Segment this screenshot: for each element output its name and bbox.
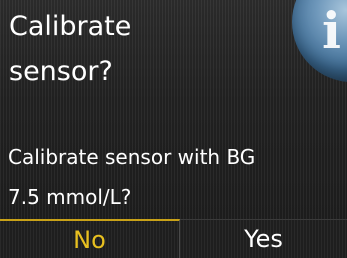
no-button[interactable]: No [0,219,180,258]
info-icon: i [292,0,347,82]
dialog-message-line2: 7.5 mmol/L? [8,185,132,209]
dialog-title-line2: sensor? [9,56,113,87]
yes-button[interactable]: Yes [180,219,347,258]
button-bar: No Yes [0,219,347,258]
dialog-title-line1: Calibrate [9,11,132,42]
dialog-message-line1: Calibrate sensor with BG [8,145,256,169]
calibrate-dialog: i Calibrate sensor? Calibrate sensor wit… [0,0,347,258]
info-glyph: i [322,1,341,60]
